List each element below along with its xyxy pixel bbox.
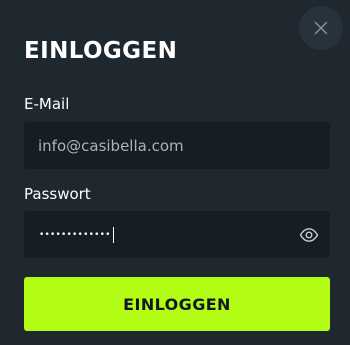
close-button[interactable] [299,6,343,50]
eye-icon[interactable] [299,225,319,245]
login-modal: EINLOGGEN E-Mail Passwort ••••••••••••• … [0,0,350,345]
email-label: E-Mail [24,95,70,113]
password-label: Passwort [24,185,91,203]
email-field-container [24,122,330,169]
text-caret [112,226,115,243]
modal-title: EINLOGGEN [24,38,178,64]
email-field[interactable] [24,122,330,169]
password-field[interactable]: ••••••••••••• [24,211,330,258]
login-submit-button[interactable]: EINLOGGEN [24,277,330,331]
password-value: ••••••••••••• [39,211,115,258]
close-icon [314,21,328,35]
password-masked-text: ••••••••••••• [39,229,111,240]
